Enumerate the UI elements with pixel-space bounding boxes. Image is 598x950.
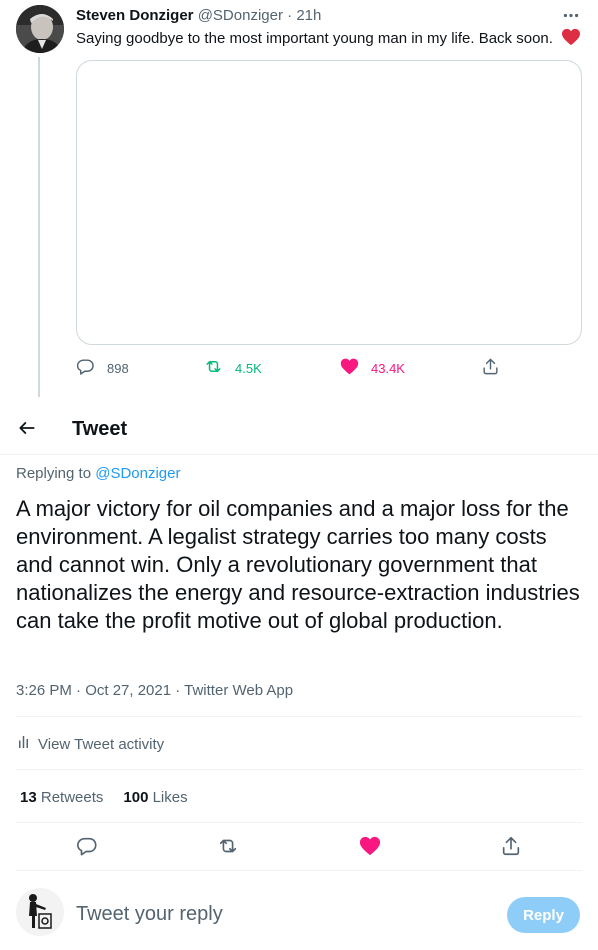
reply-button[interactable]: Reply — [507, 897, 580, 933]
retweets-label: Retweets — [40, 788, 104, 806]
parent-tweet-body: Saying goodbye to the most important you… — [76, 30, 553, 47]
retweets-stat-link[interactable]: 13 Retweets — [20, 789, 103, 806]
likes-count: 100 — [123, 788, 149, 806]
like-action[interactable]: 43.4K — [340, 356, 405, 380]
share-icon[interactable] — [498, 833, 524, 859]
share-icon — [481, 357, 500, 379]
author-handle[interactable]: @SDonziger — [198, 7, 283, 24]
page-header: Tweet — [0, 402, 598, 455]
divider — [16, 870, 582, 871]
view-tweet-activity-link[interactable]: View Tweet activity — [16, 733, 164, 755]
reply-action[interactable]: 898 — [76, 356, 129, 380]
separator-dot: · — [287, 7, 293, 24]
reply-composer: Reply — [0, 884, 598, 950]
replying-to-label: Replying to — [16, 465, 92, 482]
parent-tweet-actions: 898 4.5K 43.4K — [76, 356, 582, 380]
reply-input[interactable] — [76, 900, 476, 928]
likes-label: Likes — [152, 788, 188, 806]
page-title: Tweet — [72, 418, 128, 440]
retweet-count: 4.5K — [235, 360, 262, 376]
tweet-time[interactable]: 21h — [296, 7, 321, 24]
back-arrow-icon[interactable] — [16, 417, 38, 439]
engagement-stats: 13 Retweets 100 Likes — [20, 786, 208, 808]
reply-icon[interactable] — [74, 833, 100, 859]
divider — [16, 822, 582, 823]
thread-connector-line — [38, 57, 40, 397]
reply-icon — [76, 357, 95, 379]
divider — [16, 769, 582, 770]
avatar[interactable] — [16, 5, 64, 53]
replying-to-handle-link[interactable]: @SDonziger — [95, 465, 180, 482]
retweet-icon — [204, 357, 223, 379]
bar-chart-icon — [16, 733, 38, 755]
view-tweet-activity-label: View Tweet activity — [38, 735, 165, 753]
media-placeholder[interactable] — [76, 60, 582, 345]
parent-tweet-text: Saying goodbye to the most important you… — [76, 28, 581, 52]
share-action[interactable] — [481, 356, 500, 380]
divider — [16, 716, 582, 717]
retweet-icon[interactable] — [215, 833, 241, 859]
tweet-timestamp[interactable]: 3:26 PM · Oct 27, 2021 · Twitter Web App — [16, 681, 293, 701]
replying-to: Replying to @SDonziger — [16, 464, 180, 484]
retweet-action[interactable]: 4.5K — [204, 356, 262, 380]
reply-count: 898 — [107, 360, 129, 376]
parent-tweet[interactable]: Steven Donziger @SDonziger · 21h Saying … — [0, 0, 598, 400]
more-options-icon[interactable] — [560, 4, 582, 26]
likes-stat-link[interactable]: 100 Likes — [123, 789, 187, 806]
author-name[interactable]: Steven Donziger — [76, 7, 194, 24]
main-tweet-actions — [16, 833, 582, 859]
like-count: 43.4K — [371, 360, 405, 376]
main-tweet-text: A major victory for oil companies and a … — [16, 496, 580, 633]
user-avatar[interactable] — [16, 888, 64, 936]
retweets-count: 13 — [20, 788, 37, 806]
parent-tweet-header: Steven Donziger @SDonziger · 21h — [76, 6, 321, 26]
red-heart-emoji-icon — [561, 28, 581, 52]
heart-filled-icon[interactable] — [357, 833, 383, 859]
heart-filled-icon — [340, 357, 359, 379]
